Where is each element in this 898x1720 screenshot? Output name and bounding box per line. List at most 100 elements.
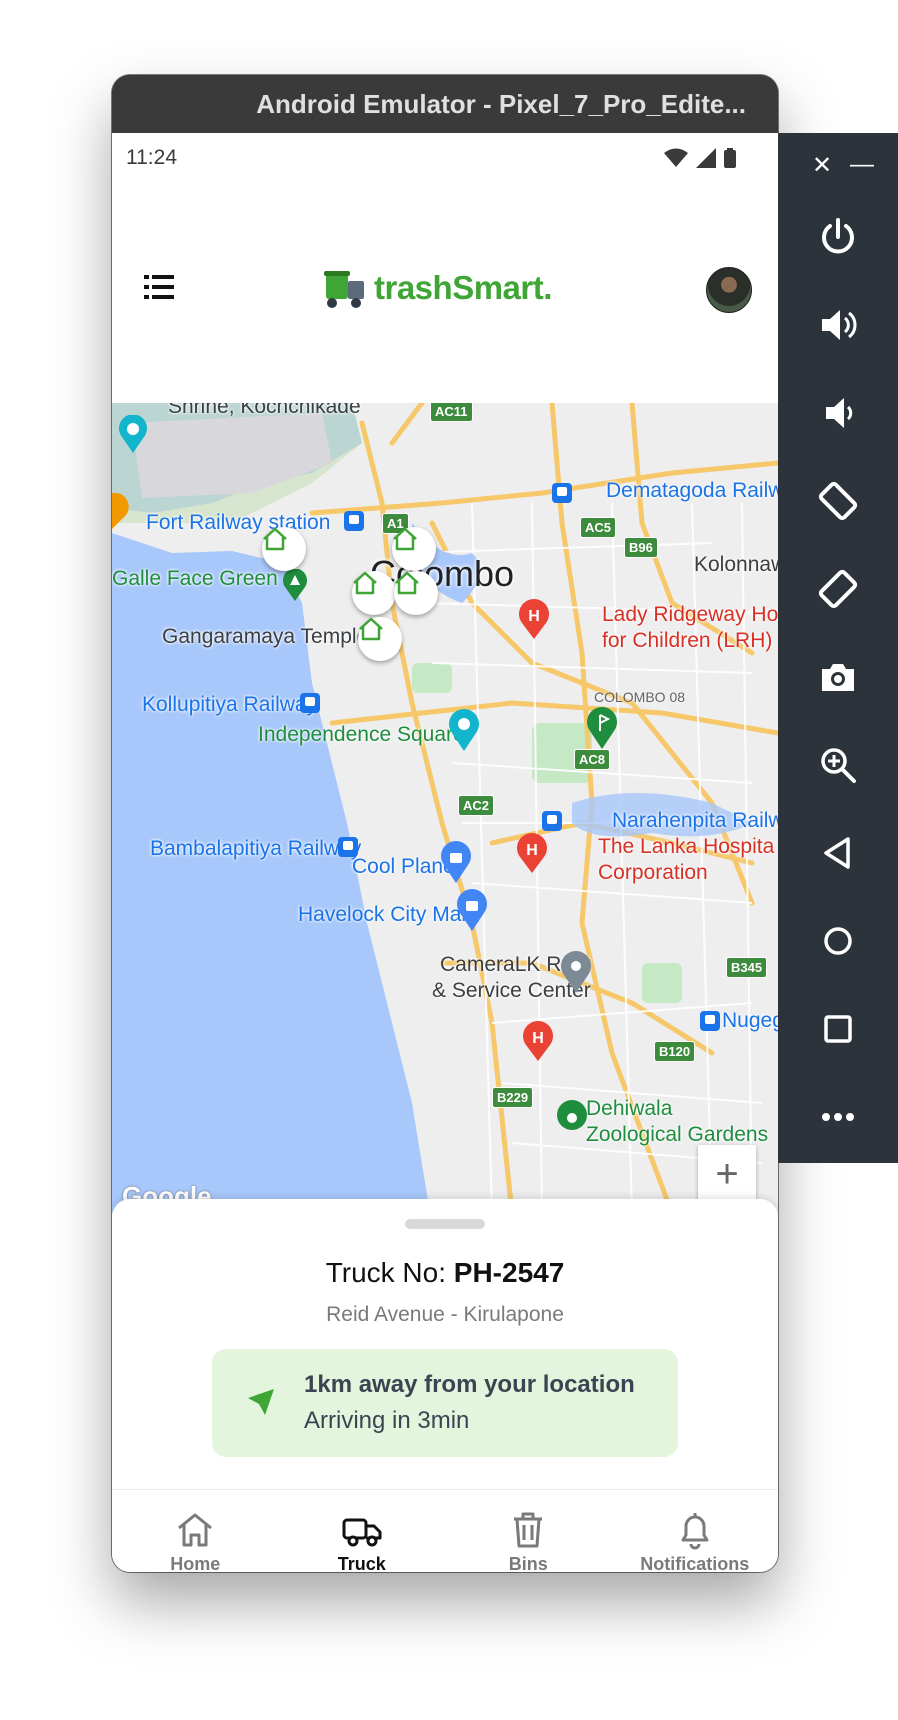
truck-number-label: Truck No:	[325, 1257, 454, 1288]
road-shield: AC8	[574, 749, 611, 770]
eta-distance: 1km away from your location	[304, 1371, 635, 1398]
menu-icon	[144, 275, 174, 299]
home-button[interactable]	[778, 897, 898, 985]
rail-station-icon[interactable]	[546, 403, 574, 431]
map-label-kollupitiya: Kollupitiya Railway	[142, 693, 318, 716]
window-title: Android Emulator - Pixel_7_Pro_Edite...	[256, 88, 746, 119]
place-pin-icon[interactable]	[560, 951, 592, 993]
landmark-pin-icon[interactable]	[118, 415, 148, 453]
side-panel-top: ✕ —	[778, 133, 898, 193]
volume-down-button[interactable]	[778, 369, 898, 457]
rail-station-icon[interactable]	[342, 509, 366, 533]
home-icon	[178, 1513, 213, 1547]
orange-pin-icon[interactable]	[112, 493, 132, 529]
park-pin-icon[interactable]	[282, 569, 308, 601]
bottom-tab-bar: Home Truck Bins Notifications	[112, 1489, 778, 1572]
volume-up-icon	[822, 310, 857, 340]
zoom-in-button[interactable]: +	[698, 1145, 756, 1203]
volume-down-icon	[826, 398, 853, 428]
home-outline-icon	[393, 527, 417, 551]
eta-arrival: Arriving in 3min	[304, 1407, 470, 1434]
tab-bins[interactable]: Bins	[445, 1490, 612, 1572]
more-button[interactable]	[778, 1073, 898, 1161]
user-avatar[interactable]	[706, 267, 752, 313]
rail-station-icon[interactable]	[540, 809, 564, 833]
collection-home-marker[interactable]	[262, 527, 306, 571]
minimize-icon[interactable]: —	[850, 151, 874, 193]
truck-number: Truck No: PH-2547	[112, 1257, 778, 1289]
map-label-kolonnawa: Kolonnaw	[694, 553, 778, 576]
hospital-pin-icon[interactable]: H	[516, 833, 548, 873]
svg-text:H: H	[526, 842, 538, 859]
screenshot-button[interactable]	[778, 633, 898, 721]
map-label-fort: Fort Railway station	[146, 511, 331, 534]
overview-icon	[824, 1015, 852, 1043]
map-label-havelock: Havelock City Mall	[298, 903, 471, 926]
truck-route: Reid Avenue - Kirulapone	[326, 1303, 564, 1326]
tab-notifications[interactable]: Notifications	[612, 1490, 779, 1572]
road-shield: AC2	[458, 795, 495, 816]
collection-home-marker[interactable]	[352, 571, 396, 615]
back-button[interactable]	[778, 809, 898, 897]
collection-home-marker[interactable]	[358, 617, 402, 661]
rail-station-icon[interactable]	[336, 835, 360, 859]
collection-home-marker[interactable]	[394, 571, 438, 615]
menu-button[interactable]	[142, 269, 178, 305]
power-button[interactable]	[778, 193, 898, 281]
wifi-icon	[664, 148, 688, 167]
status-bar: 11:24	[112, 133, 778, 183]
zoom-icon	[821, 748, 856, 783]
map-label-colombo08: COLOMBO 08	[594, 689, 686, 705]
tab-home[interactable]: Home	[112, 1490, 279, 1572]
shopping-pin-icon[interactable]	[456, 889, 488, 931]
map-label-lanka-hospital-2: Corporation	[598, 861, 708, 884]
signal-icon	[696, 148, 716, 168]
overview-button[interactable]	[778, 985, 898, 1073]
emulator-side-panel: ✕ —	[778, 133, 898, 1163]
map-view[interactable]: Shrine, Kochchikade Dematagoda Railw For…	[112, 403, 778, 1213]
tab-truck[interactable]: Truck	[279, 1490, 446, 1572]
map-label-lady-ridgeway-2: for Children (LRH)	[602, 629, 773, 652]
status-time: 11:24	[126, 146, 177, 169]
svg-text:H: H	[532, 1030, 544, 1047]
zoo-pin-icon[interactable]	[556, 1099, 588, 1131]
logo-text: trashSmart.	[374, 269, 552, 306]
hospital-pin-icon[interactable]: H	[522, 1021, 554, 1061]
map-label-independence: Independence Square	[258, 723, 465, 746]
bell-icon	[681, 1513, 709, 1550]
rotate-left-button[interactable]	[778, 457, 898, 545]
eta-card: 1km away from your location Arriving in …	[212, 1349, 678, 1457]
home-outline-icon	[395, 571, 419, 595]
rail-station-icon[interactable]	[298, 691, 322, 715]
rotate-right-button[interactable]	[778, 545, 898, 633]
map-label-nugegoda: Nugeg	[722, 1009, 778, 1032]
landmark-pin-icon[interactable]	[448, 709, 480, 751]
power-icon	[822, 218, 854, 254]
golf-pin-icon[interactable]	[586, 707, 618, 749]
home-circle-icon	[824, 927, 852, 955]
map-label-lanka-hospital: The Lanka Hospita	[598, 835, 775, 858]
sheet-grabber[interactable]	[405, 1219, 485, 1229]
map-label-dehiwala: Dehiwala	[586, 1097, 673, 1120]
road-shield: B229	[492, 1087, 534, 1108]
shopping-pin-icon[interactable]	[440, 841, 472, 883]
truck-number-value: PH-2547	[453, 1257, 565, 1288]
collection-home-marker[interactable]	[392, 527, 436, 571]
svg-text:H: H	[528, 608, 540, 625]
truck-bottom-sheet[interactable]: Truck No: PH-2547 Reid Avenue - Kirulapo…	[112, 1199, 778, 1489]
rail-station-icon[interactable]	[550, 481, 574, 505]
volume-up-button[interactable]	[778, 281, 898, 369]
rail-station-icon[interactable]	[698, 1009, 722, 1033]
home-outline-icon	[359, 617, 383, 641]
rotate-right-icon	[818, 569, 858, 609]
zoom-button[interactable]	[778, 721, 898, 809]
window-titlebar[interactable]: Android Emulator - Pixel_7_Pro_Edite...	[112, 75, 778, 133]
tab-label: Home	[170, 1554, 221, 1572]
map-label-dematagoda: Dematagoda Railw	[606, 479, 778, 502]
app-logo: trashSmart.	[322, 265, 552, 311]
more-icon	[822, 1113, 854, 1121]
battery-icon	[724, 148, 736, 168]
hospital-pin-icon[interactable]: H	[518, 599, 550, 639]
map-label-galle-face: Galle Face Green	[112, 567, 278, 590]
close-icon[interactable]: ✕	[812, 151, 832, 193]
